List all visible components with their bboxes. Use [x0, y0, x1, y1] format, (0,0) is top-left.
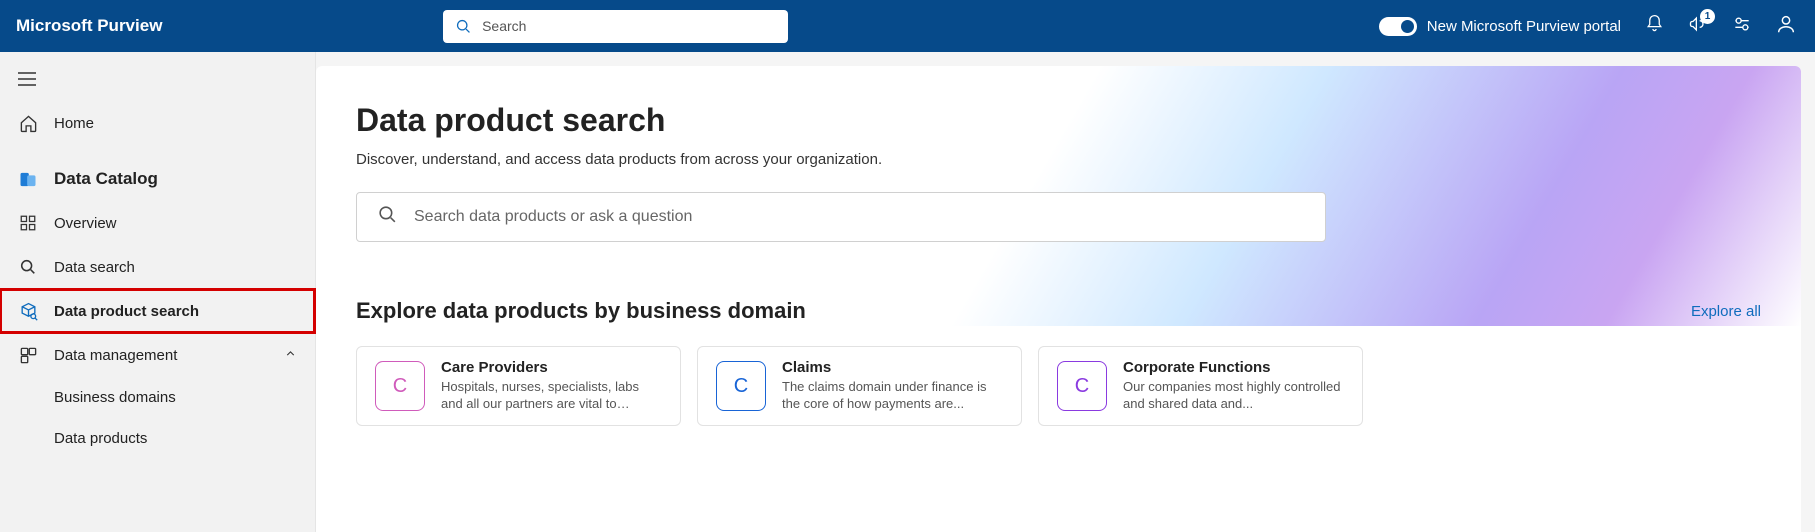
main-content: Data product search Discover, understand… [316, 66, 1801, 532]
sidebar-item-label: Data Catalog [54, 169, 158, 189]
sidebar-collapse-button[interactable] [0, 62, 315, 101]
domain-card-claims[interactable]: C Claims The claims domain under finance… [697, 346, 1022, 426]
sidebar-item-data-management[interactable]: Data management [0, 333, 315, 377]
sidebar-item-data-products[interactable]: Data products [0, 418, 315, 459]
sidebar-item-business-domains[interactable]: Business domains [0, 377, 315, 418]
settings-button[interactable] [1731, 15, 1753, 37]
grid-icon [18, 213, 38, 233]
card-title: Claims [782, 359, 1003, 376]
sidebar-item-label: Overview [54, 215, 117, 232]
management-icon [18, 345, 38, 365]
home-icon [18, 113, 38, 133]
sidebar-item-label: Data product search [54, 303, 199, 320]
global-search-input[interactable] [482, 18, 776, 34]
card-description: The claims domain under finance is the c… [782, 379, 1003, 413]
bell-icon [1645, 14, 1664, 38]
global-search[interactable] [443, 10, 788, 43]
global-header: Microsoft Purview New Microsoft Purview … [0, 0, 1815, 52]
data-product-search-input[interactable] [414, 208, 1305, 226]
card-title: Care Providers [441, 359, 662, 376]
sidebar-item-label: Data search [54, 259, 135, 276]
sidebar-item-label: Home [54, 115, 94, 132]
domain-card-care-providers[interactable]: C Care Providers Hospitals, nurses, spec… [356, 346, 681, 426]
chevron-up-icon [284, 347, 297, 364]
explore-all-link[interactable]: Explore all [1691, 303, 1761, 320]
domain-letter-icon: C [716, 361, 766, 411]
data-product-search-box[interactable] [356, 192, 1326, 242]
sidebar: Home Data Catalog Overview Data search D [0, 52, 316, 532]
account-button[interactable] [1775, 15, 1797, 37]
package-search-icon [18, 301, 38, 321]
sidebar-item-label: Data products [54, 430, 147, 447]
page-subtitle: Discover, understand, and access data pr… [356, 151, 1761, 168]
sidebar-item-data-product-search[interactable]: Data product search [0, 289, 315, 333]
domain-cards: C Care Providers Hospitals, nurses, spec… [356, 346, 1761, 426]
sidebar-item-home[interactable]: Home [0, 101, 315, 145]
domain-letter-icon: C [1057, 361, 1107, 411]
settings-icon [1732, 14, 1752, 39]
page-title: Data product search [356, 102, 1761, 139]
megaphone-badge: 1 [1700, 9, 1715, 24]
brand-title: Microsoft Purview [16, 16, 162, 36]
sidebar-section-data-catalog[interactable]: Data Catalog [0, 157, 315, 201]
explore-heading: Explore data products by business domain [356, 298, 806, 324]
domain-letter-icon: C [375, 361, 425, 411]
megaphone-button[interactable]: 1 [1687, 15, 1709, 37]
search-icon [455, 18, 472, 35]
portal-toggle-group: New Microsoft Purview portal [1379, 17, 1621, 36]
notifications-button[interactable] [1643, 15, 1665, 37]
card-title: Corporate Functions [1123, 359, 1344, 376]
sidebar-item-label: Data management [54, 347, 177, 364]
header-actions: New Microsoft Purview portal 1 [1379, 15, 1797, 37]
sidebar-item-overview[interactable]: Overview [0, 201, 315, 245]
portal-toggle-label: New Microsoft Purview portal [1427, 18, 1621, 35]
card-description: Hospitals, nurses, specialists, labs and… [441, 379, 662, 413]
sidebar-item-label: Business domains [54, 389, 176, 406]
person-icon [1775, 13, 1797, 40]
search-icon [18, 257, 38, 277]
domain-card-corporate-functions[interactable]: C Corporate Functions Our companies most… [1038, 346, 1363, 426]
catalog-icon [18, 169, 38, 189]
card-description: Our companies most highly controlled and… [1123, 379, 1344, 413]
hamburger-icon [18, 73, 36, 90]
portal-toggle[interactable] [1379, 17, 1417, 36]
sidebar-item-data-search[interactable]: Data search [0, 245, 315, 289]
search-icon [377, 204, 398, 230]
